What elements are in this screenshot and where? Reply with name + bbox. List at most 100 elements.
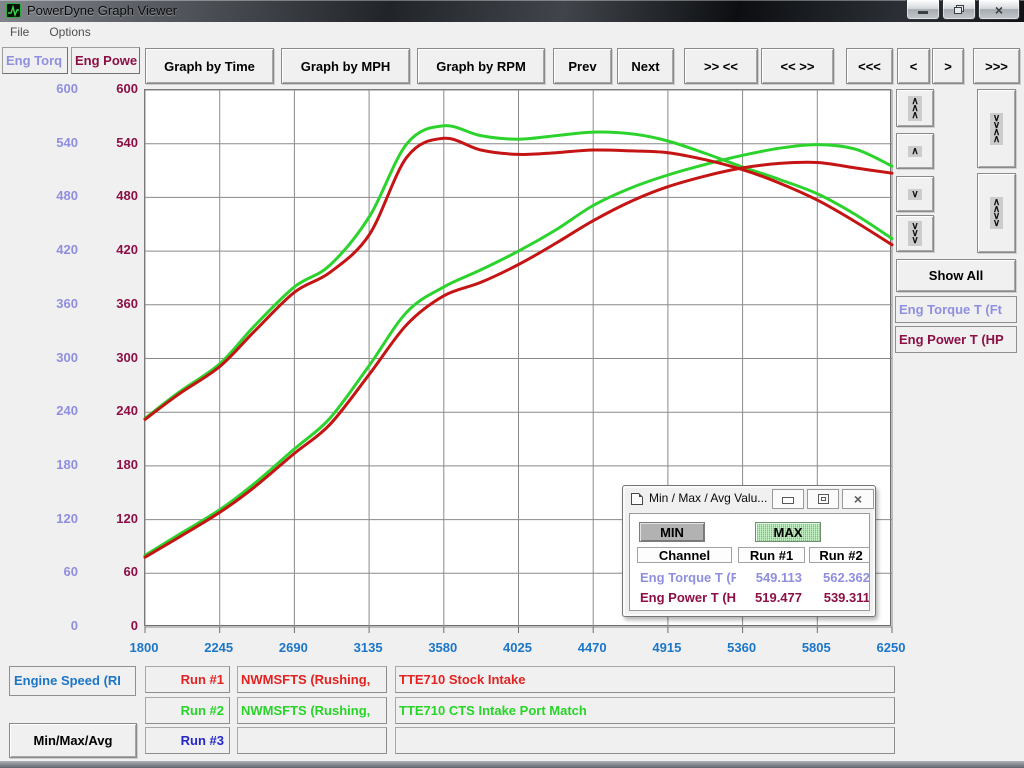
minmax-row-torque-run2: 562.362 <box>807 570 870 585</box>
minmax-row-torque-run1: 549.113 <box>736 570 802 585</box>
zoom-out-x-button[interactable]: << >> <box>761 48 834 84</box>
y-tick-torque: 480 <box>18 188 78 203</box>
minimize-button[interactable] <box>906 0 940 20</box>
run1-description[interactable]: TTE710 Stock Intake <box>395 666 895 693</box>
minmax-row-power-run1: 519.477 <box>736 590 802 605</box>
run1-file[interactable]: NWMSFTS (Rushing, <box>237 666 387 693</box>
minmax-window-icon <box>631 493 643 505</box>
show-all-button[interactable]: Show All <box>896 259 1016 292</box>
minmax-minimize-button[interactable] <box>772 489 804 509</box>
x-tick-label: 1800 <box>109 640 179 655</box>
x-tick-label: 4470 <box>557 640 627 655</box>
y-tick-torque: 240 <box>18 403 78 418</box>
graph-by-rpm-button[interactable]: Graph by RPM <box>417 48 545 84</box>
y-tick-torque: 60 <box>18 564 78 579</box>
minimize-icon <box>782 497 794 504</box>
y-tick-torque: 300 <box>18 350 78 365</box>
x-tick-label: 6250 <box>856 640 926 655</box>
title-bar: PowerDyne Graph Viewer × <box>0 0 1024 22</box>
y-tick-power: 540 <box>78 135 138 150</box>
minmax-close-button[interactable]: × <box>842 489 874 509</box>
x-tick-label: 2690 <box>258 640 328 655</box>
close-button[interactable]: × <box>978 0 1020 20</box>
zoom-in-y-button[interactable]: ∨∨∧∧ <box>977 89 1016 168</box>
x-tick-label: 4915 <box>632 640 702 655</box>
y-tick-power: 600 <box>78 81 138 96</box>
graph-by-time-button[interactable]: Graph by Time <box>145 48 274 84</box>
chevron-up-icon: ∧ <box>908 146 921 157</box>
min-toggle-button[interactable]: MIN <box>639 522 705 542</box>
run2-file[interactable]: NWMSFTS (Rushing, <box>237 697 387 724</box>
y-tick-power: 360 <box>78 296 138 311</box>
minimize-icon <box>918 11 928 14</box>
channel-box-torque[interactable]: Eng Torq <box>2 47 68 74</box>
x-tick-label: 5360 <box>707 640 777 655</box>
zoom-in-x-button[interactable]: >> << <box>684 48 758 84</box>
scroll-up-fast-button[interactable]: ∧∧∧ <box>896 89 934 127</box>
run2-label[interactable]: Run #2 <box>145 697 230 724</box>
restore-button[interactable] <box>942 0 976 20</box>
close-icon: × <box>854 491 862 507</box>
x-tick-label: 4025 <box>483 640 553 655</box>
y-tick-power: 240 <box>78 403 138 418</box>
legend-power[interactable]: Eng Power T (HP <box>895 326 1017 353</box>
x-tick-label: 3135 <box>333 640 403 655</box>
scroll-up-button[interactable]: ∧ <box>896 133 934 169</box>
chevron-down-icon: ∨ <box>908 189 921 200</box>
y-tick-torque: 120 <box>18 511 78 526</box>
chevrons-diverge-icon: ∧∧∨∨ <box>990 197 1003 229</box>
run3-label[interactable]: Run #3 <box>145 727 230 754</box>
run2-description[interactable]: TTE710 CTS Intake Port Match <box>395 697 895 724</box>
y-tick-torque: 0 <box>18 618 78 633</box>
scroll-down-fast-button[interactable]: ∨∨∨ <box>896 215 934 252</box>
y-tick-power: 60 <box>78 564 138 579</box>
menu-options[interactable]: Options <box>39 25 100 39</box>
close-icon: × <box>995 2 1003 18</box>
menu-file[interactable]: File <box>0 25 39 39</box>
restore-icon <box>818 494 829 504</box>
zoom-out-y-button[interactable]: ∧∧∨∨ <box>977 173 1016 253</box>
y-tick-power: 420 <box>78 242 138 257</box>
y-tick-torque: 600 <box>18 81 78 96</box>
max-toggle-button[interactable]: MAX <box>755 522 821 542</box>
y-tick-power: 180 <box>78 457 138 472</box>
y-tick-torque: 540 <box>18 135 78 150</box>
app-icon <box>6 3 21 18</box>
minmax-window-title: Min / Max / Avg Valu... <box>649 491 767 505</box>
scroll-right-button[interactable]: > <box>932 48 964 84</box>
y-tick-torque: 180 <box>18 457 78 472</box>
minmax-panel: MIN MAX Channel Run #1 Run #2 Eng Torque… <box>629 513 870 611</box>
restore-icon <box>954 5 964 14</box>
scroll-right-fast-button[interactable]: >>> <box>973 48 1020 84</box>
y-tick-power: 300 <box>78 350 138 365</box>
minmax-header-run2: Run #2 <box>809 547 870 563</box>
scroll-left-fast-button[interactable]: <<< <box>846 48 893 84</box>
minmax-header-run1: Run #1 <box>738 547 805 563</box>
minmax-row-power-run2: 539.311 <box>807 590 870 605</box>
y-tick-torque: 420 <box>18 242 78 257</box>
y-tick-power: 0 <box>78 618 138 633</box>
y-tick-power: 480 <box>78 188 138 203</box>
legend-torque[interactable]: Eng Torque T (Ft <box>895 296 1017 323</box>
prev-button[interactable]: Prev <box>553 48 612 84</box>
scroll-left-button[interactable]: < <box>897 48 930 84</box>
minmax-window[interactable]: Min / Max / Avg Valu... × MIN MAX Channe… <box>622 485 876 617</box>
next-button[interactable]: Next <box>617 48 674 84</box>
run3-description[interactable] <box>395 727 895 754</box>
graph-by-mph-button[interactable]: Graph by MPH <box>281 48 410 84</box>
channel-box-power[interactable]: Eng Powe <box>71 47 140 74</box>
y-tick-torque: 360 <box>18 296 78 311</box>
minmax-header-channel: Channel <box>637 547 732 563</box>
x-tick-label: 2245 <box>184 640 254 655</box>
minmax-row-power-channel: Eng Power T (HP) <box>640 590 736 605</box>
run1-label[interactable]: Run #1 <box>145 666 230 693</box>
app-window: PowerDyne Graph Viewer × File Options En… <box>0 0 1024 768</box>
minmaxavg-button[interactable]: Min/Max/Avg <box>9 723 137 758</box>
x-tick-label: 5805 <box>781 640 851 655</box>
chevron-triple-up-icon: ∧∧∧ <box>908 96 921 121</box>
scroll-down-button[interactable]: ∨ <box>896 176 934 212</box>
chevron-triple-down-icon: ∨∨∨ <box>908 221 921 246</box>
run3-file[interactable] <box>237 727 387 754</box>
minmax-restore-button[interactable] <box>807 489 839 509</box>
x-channel-box[interactable]: Engine Speed (RI <box>9 666 136 696</box>
